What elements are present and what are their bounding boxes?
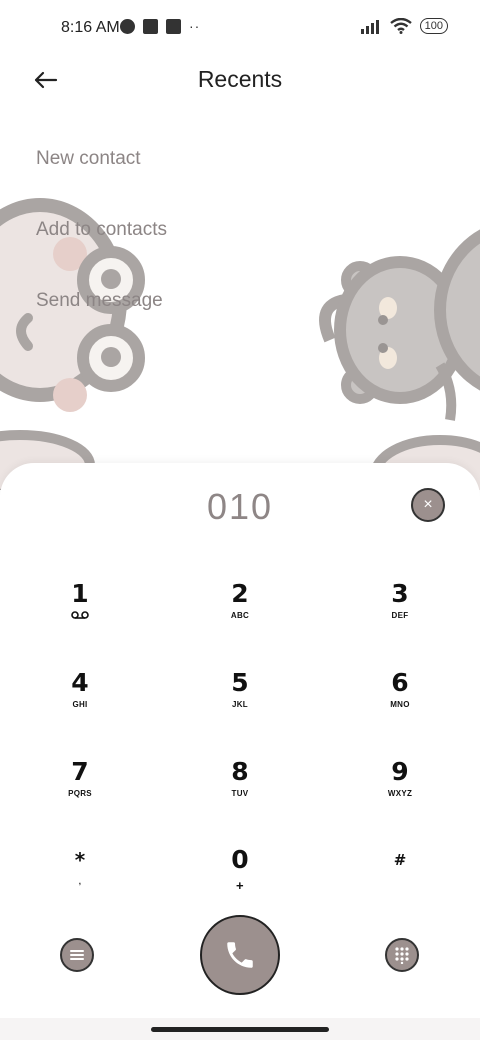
key-digit: 7 bbox=[71, 757, 89, 786]
key-letters: + bbox=[236, 878, 244, 893]
add-to-contacts-option[interactable]: Add to contacts bbox=[36, 219, 167, 241]
notification-app-icon bbox=[120, 18, 135, 34]
wifi-icon bbox=[389, 18, 412, 34]
key-digit: 9 bbox=[391, 757, 409, 786]
dialpad-toggle-button[interactable] bbox=[385, 938, 419, 972]
page-title: Recents bbox=[197, 66, 283, 92]
key-3[interactable]: 3 DEF bbox=[340, 580, 460, 656]
voicemail-icon bbox=[71, 611, 89, 619]
notification-square-icon bbox=[143, 18, 158, 34]
signal-icon bbox=[360, 19, 379, 34]
menu-icon bbox=[70, 950, 84, 960]
key-letters: , bbox=[78, 877, 82, 886]
notification-upload-icon bbox=[166, 18, 181, 34]
key-digit: 8 bbox=[231, 757, 249, 786]
key-letters: PQRS bbox=[68, 789, 92, 798]
key-digit: 1 bbox=[71, 579, 89, 608]
key-digit: * bbox=[74, 848, 86, 872]
key-0[interactable]: 0 + bbox=[180, 846, 300, 922]
clear-button[interactable]: × bbox=[411, 488, 445, 522]
key-9[interactable]: 9 WXYZ bbox=[340, 758, 460, 834]
key-letters: ABC bbox=[230, 611, 250, 620]
status-bar: 8:16 AM ·· 100 bbox=[0, 0, 480, 56]
key-7[interactable]: 7 PQRS bbox=[20, 758, 140, 834]
key-5[interactable]: 5 JKL bbox=[180, 669, 300, 745]
key-6[interactable]: 6 MNO bbox=[340, 669, 460, 745]
key-letters: DEF bbox=[391, 611, 409, 620]
key-1[interactable]: 1 bbox=[20, 580, 140, 656]
system-icons: 100 bbox=[360, 18, 448, 34]
key-digit: 6 bbox=[391, 668, 409, 697]
battery-indicator: 100 bbox=[419, 18, 448, 34]
menu-button[interactable] bbox=[60, 938, 94, 972]
key-digit: # bbox=[393, 851, 407, 869]
key-2[interactable]: 2 ABC bbox=[180, 580, 300, 656]
home-indicator[interactable] bbox=[151, 1027, 329, 1032]
call-button[interactable] bbox=[200, 915, 280, 995]
key-letters: JKL bbox=[231, 700, 248, 709]
close-icon: × bbox=[423, 496, 433, 513]
key-digit: 3 bbox=[391, 579, 409, 608]
new-contact-option[interactable]: New contact bbox=[36, 148, 141, 170]
status-time: 8:16 AM bbox=[61, 19, 120, 36]
key-letters: GHI bbox=[72, 700, 88, 709]
key-digit: 5 bbox=[231, 668, 249, 697]
more-notifications-icon: ·· bbox=[189, 18, 201, 34]
notification-icons: ·· bbox=[120, 18, 200, 34]
phone-icon bbox=[227, 942, 253, 968]
key-letters: MNO bbox=[390, 700, 410, 709]
send-message-option[interactable]: Send message bbox=[36, 290, 163, 312]
dialpad-icon bbox=[395, 947, 409, 964]
dialed-number: 010 bbox=[206, 486, 274, 527]
key-8[interactable]: 8 TUV bbox=[180, 758, 300, 834]
key-hash[interactable]: # bbox=[340, 846, 460, 922]
key-digit: 2 bbox=[231, 579, 249, 608]
key-letters: TUV bbox=[231, 789, 249, 798]
key-digit: 4 bbox=[71, 668, 89, 697]
key-4[interactable]: 4 GHI bbox=[20, 669, 140, 745]
key-letters: WXYZ bbox=[387, 789, 413, 798]
key-star[interactable]: * , bbox=[20, 846, 140, 922]
key-digit: 0 bbox=[231, 845, 249, 874]
